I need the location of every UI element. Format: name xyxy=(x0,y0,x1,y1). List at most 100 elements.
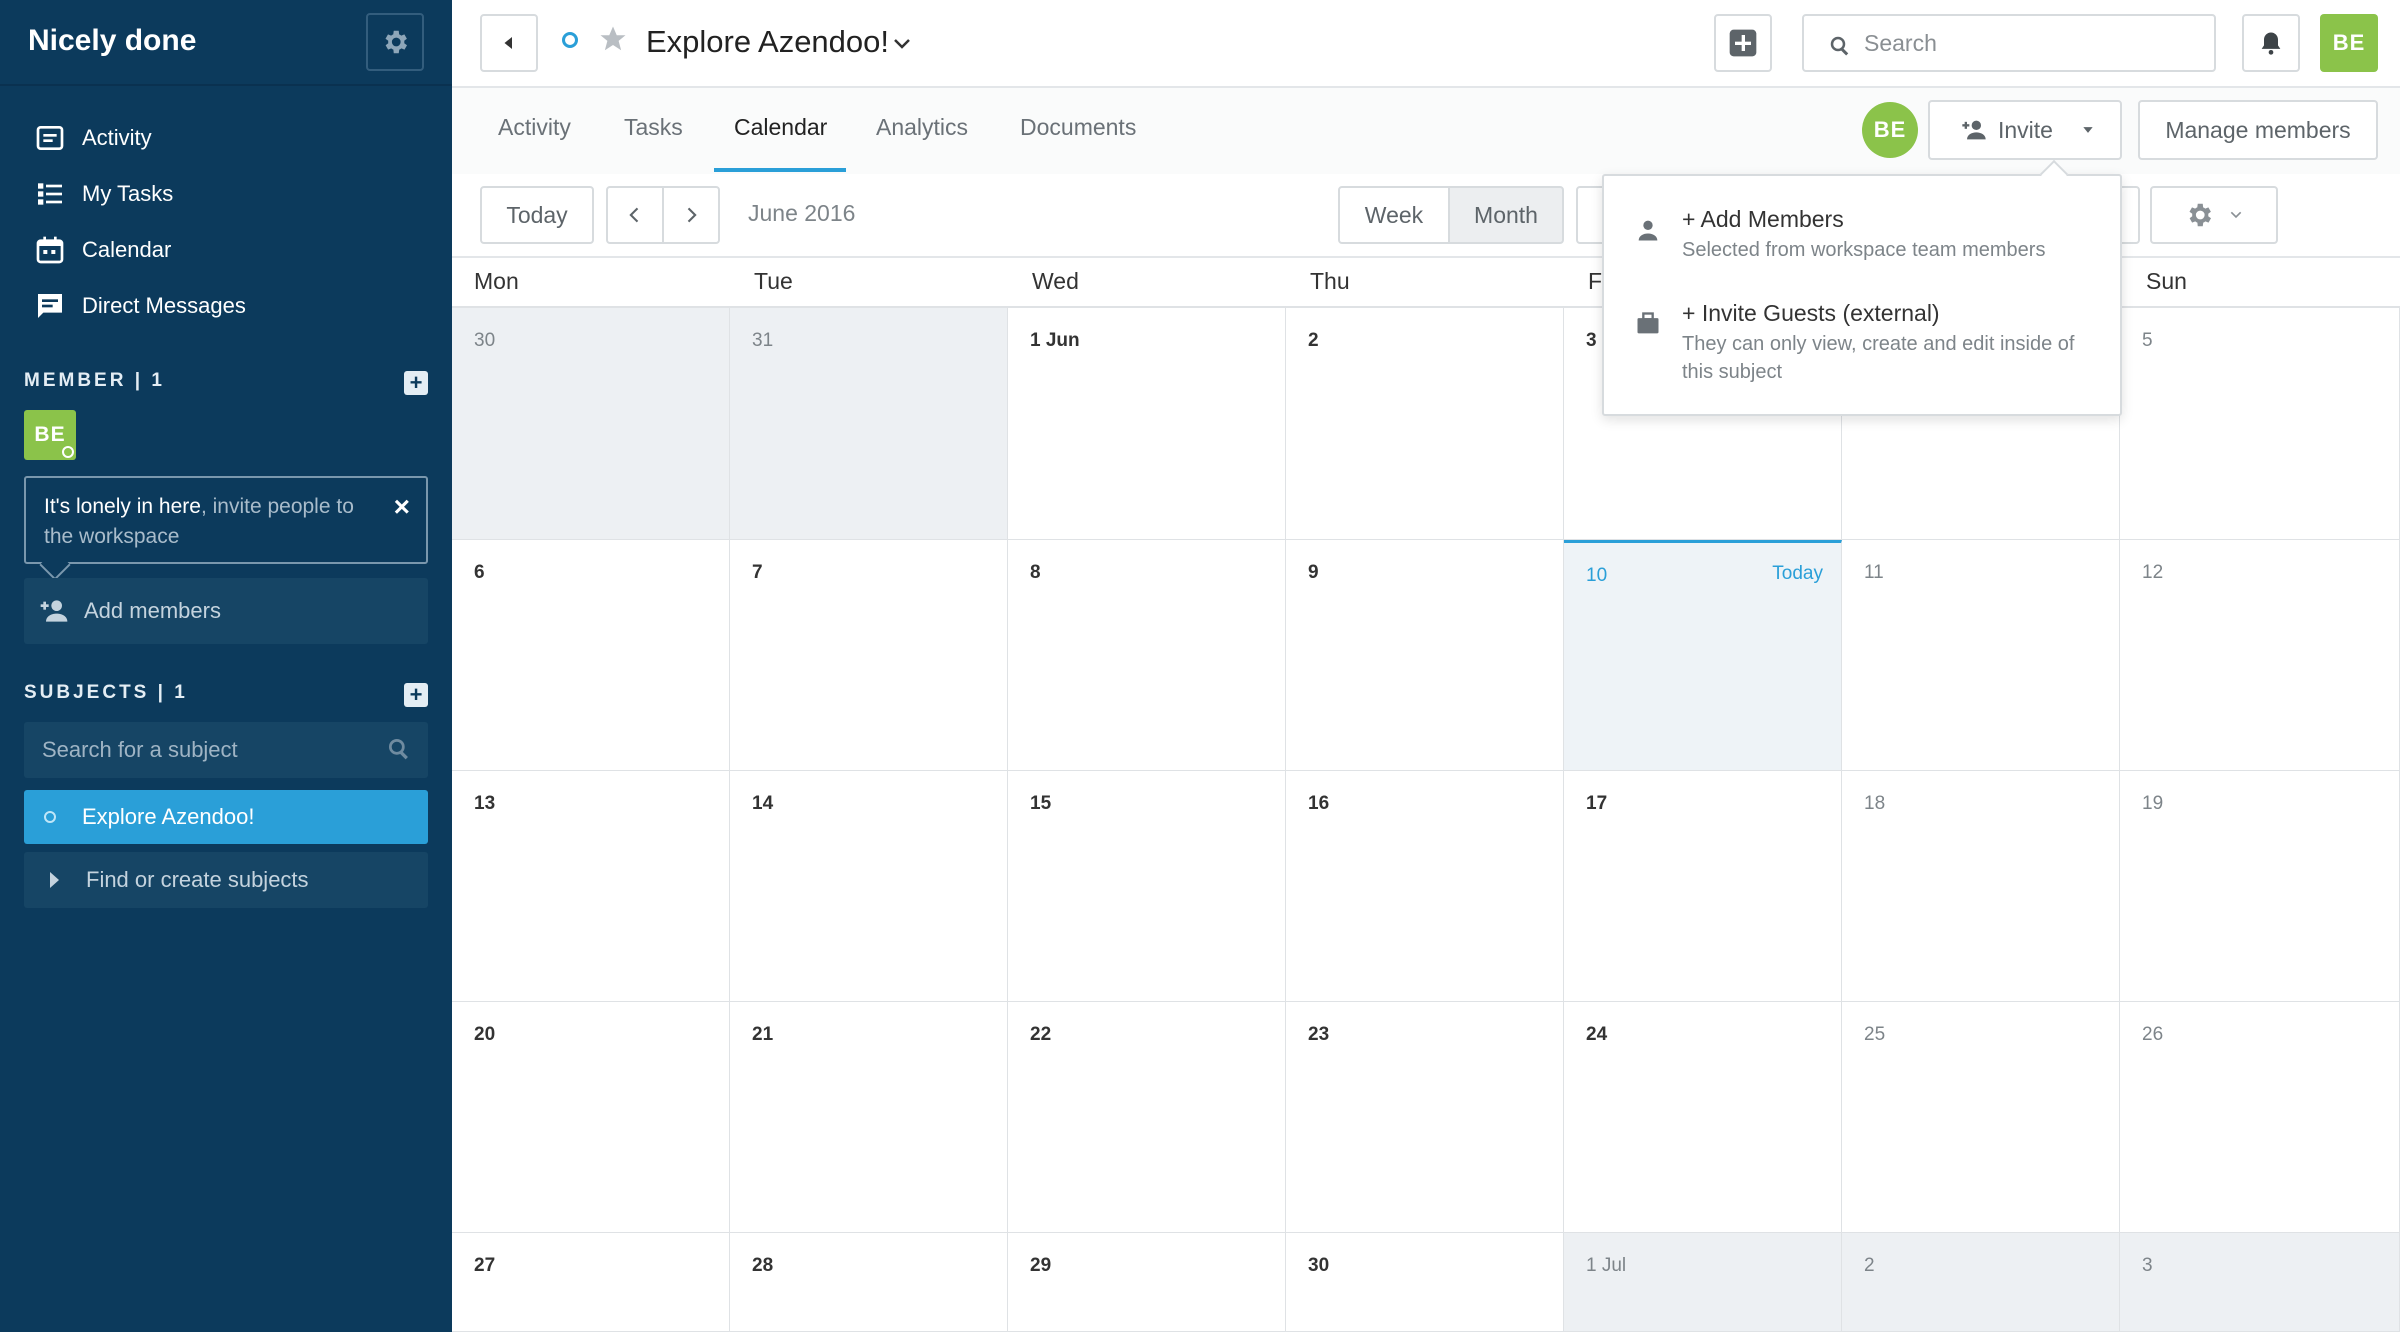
subject-tabs-row: Activity Tasks Calendar Analytics Docume… xyxy=(452,88,2400,174)
day-name-tue: Tue xyxy=(754,268,793,294)
gear-icon xyxy=(385,30,407,54)
calendar-day-cell[interactable]: 14 xyxy=(730,771,1008,1002)
calendar-day-cell[interactable]: 5 xyxy=(2120,308,2400,540)
calendar-day-cell[interactable]: 17 xyxy=(1564,771,1842,1002)
tab-activity[interactable]: Activity xyxy=(498,114,571,141)
find-subjects-label: Find or create subjects xyxy=(86,867,309,892)
calendar-day-cell[interactable]: 1 Jun xyxy=(1008,308,1286,540)
calendar-day-cell[interactable]: 23 xyxy=(1286,1002,1564,1233)
calendar-day-cell[interactable]: 2 xyxy=(1842,1233,2120,1332)
member-avatar[interactable]: BE xyxy=(1862,102,1918,158)
calendar-day-cell[interactable]: 27 xyxy=(452,1233,730,1332)
day-number: 3 xyxy=(2142,1255,2153,1276)
bell-icon xyxy=(2261,32,2281,55)
nav-direct-messages-label: Direct Messages xyxy=(82,293,246,318)
subject-title[interactable]: Explore Azendoo! xyxy=(646,24,889,60)
day-name-thu: Thu xyxy=(1310,268,1350,294)
manage-members-button[interactable]: Manage members xyxy=(2138,100,2378,160)
nav-calendar[interactable]: Calendar xyxy=(34,230,171,270)
calendar-day-cell[interactable]: 1 Jul xyxy=(1564,1233,1842,1332)
tab-analytics[interactable]: Analytics xyxy=(876,114,968,141)
invite-dropdown-menu: + Add Members Selected from workspace te… xyxy=(1602,159,2122,416)
search-input[interactable]: Search xyxy=(1802,14,2216,72)
create-button[interactable] xyxy=(1714,14,1772,72)
subject-ring-icon xyxy=(562,32,578,48)
online-status-icon xyxy=(62,446,74,458)
calendar-day-cell[interactable]: 26 xyxy=(2120,1002,2400,1233)
add-members-button[interactable]: Add members xyxy=(24,578,428,644)
add-subject-plus-icon[interactable]: + xyxy=(404,683,428,707)
calendar-day-today[interactable]: 10 Today xyxy=(1564,540,1842,771)
user-avatar[interactable]: BE xyxy=(2320,14,2378,72)
close-icon[interactable]: × xyxy=(394,492,410,522)
calendar-day-cell[interactable]: 11 xyxy=(1842,540,2120,771)
calendar-day-cell[interactable]: 3 xyxy=(2120,1233,2400,1332)
briefcase-icon xyxy=(1637,312,1659,334)
prev-month-button[interactable] xyxy=(606,186,664,244)
invite-guests-menu-item[interactable]: + Invite Guests (external) They can only… xyxy=(1604,284,2120,408)
day-number: 11 xyxy=(1864,562,1884,583)
day-number: 17 xyxy=(1586,793,1608,814)
calendar-day-cell[interactable]: 2 xyxy=(1286,308,1564,540)
calendar-day-cell[interactable]: 28 xyxy=(730,1233,1008,1332)
avatar[interactable]: BE xyxy=(24,410,76,460)
lonely-tooltip: It's lonely in here, invite people to th… xyxy=(24,476,428,581)
notifications-button[interactable] xyxy=(2242,14,2300,72)
calendar-day-cell[interactable]: 24 xyxy=(1564,1002,1842,1233)
today-button[interactable]: Today xyxy=(480,186,594,244)
next-month-button[interactable] xyxy=(662,186,720,244)
calendar-day-cell[interactable]: 16 xyxy=(1286,771,1564,1002)
calendar-day-cell[interactable]: 29 xyxy=(1008,1233,1286,1332)
day-number: 27 xyxy=(474,1255,496,1276)
workspace-settings-button[interactable] xyxy=(366,13,424,71)
calendar-day-cell[interactable]: 13 xyxy=(452,771,730,1002)
subject-search-input[interactable]: Search for a subject xyxy=(24,722,428,778)
star-icon[interactable] xyxy=(598,24,628,59)
calendar-day-cell[interactable]: 30 xyxy=(452,308,730,540)
nav-my-tasks[interactable]: My Tasks xyxy=(34,174,173,214)
nav-direct-messages[interactable]: Direct Messages xyxy=(34,286,246,326)
subject-item-explore-azendoo[interactable]: Explore Azendoo! xyxy=(24,790,428,844)
calendar-day-cell[interactable]: 15 xyxy=(1008,771,1286,1002)
add-members-menu-title: + Add Members xyxy=(1682,206,1844,232)
week-view-button[interactable]: Week xyxy=(1338,186,1450,244)
calendar-day-cell[interactable]: 30 xyxy=(1286,1233,1564,1332)
add-member-plus-icon[interactable]: + xyxy=(404,371,428,395)
calendar-day-cell[interactable]: 7 xyxy=(730,540,1008,771)
calendar-day-cell[interactable]: 21 xyxy=(730,1002,1008,1233)
avatar-initials: BE xyxy=(34,423,66,446)
calendar-day-cell[interactable]: 31 xyxy=(730,308,1008,540)
back-button[interactable] xyxy=(480,14,538,72)
calendar-day-cell[interactable]: 25 xyxy=(1842,1002,2120,1233)
day-number: 31 xyxy=(752,330,774,351)
calendar-settings-button[interactable] xyxy=(2150,186,2278,244)
calendar-day-cell[interactable]: 9 xyxy=(1286,540,1564,771)
chevron-down-icon[interactable] xyxy=(890,32,914,61)
day-number: 12 xyxy=(2142,562,2164,583)
calendar-day-cell[interactable]: 6 xyxy=(452,540,730,771)
day-number: 25 xyxy=(1864,1024,1886,1045)
day-number: 6 xyxy=(474,562,485,583)
tab-documents[interactable]: Documents xyxy=(1020,114,1136,141)
day-number: 2 xyxy=(1864,1255,1875,1276)
calendar-day-cell[interactable]: 19 xyxy=(2120,771,2400,1002)
nav-activity[interactable]: Activity xyxy=(34,118,152,158)
workspace-title[interactable]: Nicely done xyxy=(28,24,196,58)
invite-button[interactable]: Invite xyxy=(1928,100,2122,160)
tab-calendar[interactable]: Calendar xyxy=(734,114,827,141)
day-number: 20 xyxy=(474,1024,496,1045)
day-number: 10 xyxy=(1586,565,1608,586)
plus-square-icon xyxy=(1729,29,1757,57)
tab-tasks[interactable]: Tasks xyxy=(624,114,683,141)
find-create-subjects-button[interactable]: Find or create subjects xyxy=(24,852,428,908)
nav-calendar-label: Calendar xyxy=(82,237,172,262)
sidebar: Nicely done Activity My Tasks Calendar D… xyxy=(0,0,452,1332)
calendar-day-cell[interactable]: 18 xyxy=(1842,771,2120,1002)
calendar-day-cell[interactable]: 20 xyxy=(452,1002,730,1233)
add-members-menu-item[interactable]: + Add Members Selected from workspace te… xyxy=(1604,186,2120,280)
calendar-day-cell[interactable]: 22 xyxy=(1008,1002,1286,1233)
calendar-day-cell[interactable]: 8 xyxy=(1008,540,1286,771)
month-view-button[interactable]: Month xyxy=(1448,186,1564,244)
calendar-day-cell[interactable]: 12 xyxy=(2120,540,2400,771)
day-number: 3 xyxy=(1586,330,1597,351)
